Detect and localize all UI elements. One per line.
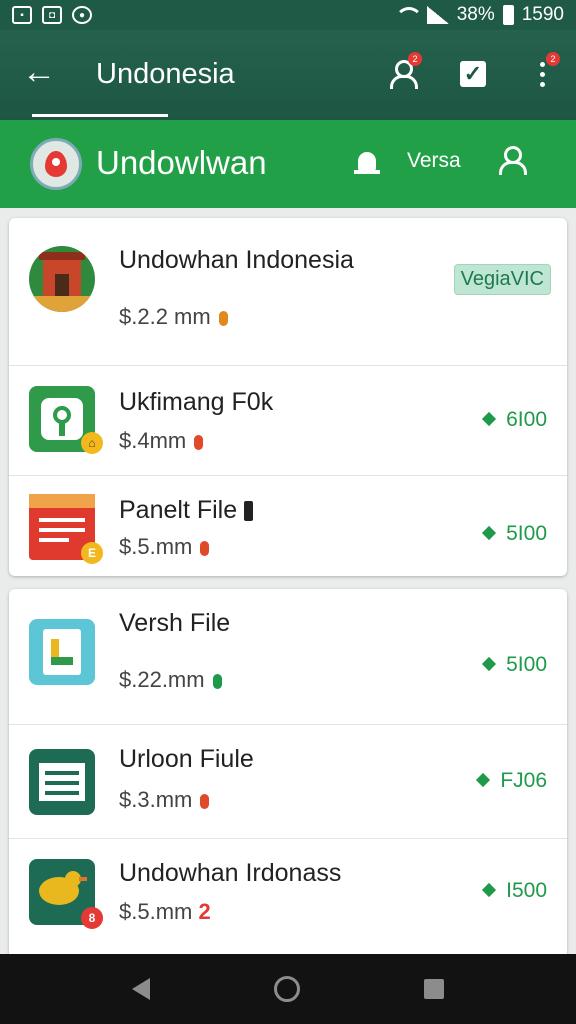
item-price: $.3.mm bbox=[119, 787, 210, 813]
profile-title: Undowlwan bbox=[96, 144, 267, 181]
coin-icon bbox=[200, 793, 210, 809]
checkbox-button[interactable]: ✓ bbox=[455, 54, 491, 94]
temple-icon bbox=[29, 246, 95, 312]
item-price: $.5.mm 2 bbox=[119, 899, 211, 924]
diamond-icon bbox=[476, 772, 491, 788]
item-card: Versh File $.22.mm 5I00 Urloon Fiule $.3… bbox=[9, 589, 567, 964]
status-bar: ▪ ◘ ● 38% 1590 bbox=[0, 0, 576, 30]
item-value: 6I00 bbox=[482, 408, 547, 432]
more-menu-button[interactable]: 2 bbox=[524, 52, 560, 94]
item-value: FJ06 bbox=[476, 769, 547, 793]
item-name: Panelt File bbox=[119, 496, 254, 525]
location-pin-icon bbox=[45, 151, 67, 177]
gallery-icon: ▪ bbox=[12, 6, 32, 24]
coin-icon bbox=[200, 540, 210, 556]
list-item[interactable]: Versh File $.22.mm 5I00 bbox=[9, 589, 567, 725]
person-icon bbox=[498, 146, 527, 175]
item-value: I500 bbox=[482, 879, 547, 903]
signal-icon bbox=[426, 6, 449, 24]
coin-icon bbox=[212, 673, 222, 689]
file-icon bbox=[29, 619, 95, 685]
coin-icon bbox=[218, 310, 228, 326]
item-name: Versh File bbox=[119, 609, 231, 637]
item-price: $.5.mm bbox=[119, 534, 210, 560]
item-value: 5I00 bbox=[482, 653, 547, 677]
list-item[interactable]: Urloon Fiule $.3.mm FJ06 bbox=[9, 725, 567, 839]
slides-icon bbox=[29, 749, 95, 815]
photo-icon: ◘ bbox=[42, 6, 62, 24]
list-item[interactable]: ⌂ Ukfimang F0k $.4mm 6I00 bbox=[9, 366, 567, 476]
list-item[interactable]: Undowhan Indonesia $.2.2 mm VegiaVIC bbox=[9, 218, 567, 366]
list-item[interactable]: E Panelt File $.5.mm 5I00 bbox=[9, 476, 567, 576]
badge-icon: 8 bbox=[81, 907, 103, 929]
profile-bar: Undowlwan Versa bbox=[0, 120, 576, 208]
coin-icon bbox=[194, 434, 204, 450]
notification-badge: 2 bbox=[408, 52, 422, 66]
list-item[interactable]: 8 Undowhan Irdonass $.5.mm 2 I500 bbox=[9, 839, 567, 949]
diamond-icon bbox=[482, 882, 497, 898]
nav-back-icon[interactable] bbox=[132, 978, 150, 1000]
wifi-icon bbox=[394, 7, 423, 23]
badge-icon: ⌂ bbox=[81, 432, 103, 454]
status-badge: VegiaVIC bbox=[453, 264, 551, 295]
versa-link[interactable]: Versa bbox=[407, 149, 461, 173]
battery-text: 38% bbox=[456, 4, 495, 25]
battery-icon bbox=[244, 501, 254, 521]
item-name: Undowhan Indonesia bbox=[119, 246, 354, 274]
nav-recents-icon[interactable] bbox=[424, 979, 444, 999]
item-name: Ukfimang F0k bbox=[119, 388, 274, 416]
bell-icon[interactable] bbox=[352, 148, 384, 180]
clock: 1590 bbox=[521, 4, 564, 25]
profile-button[interactable] bbox=[498, 146, 527, 175]
title-underline bbox=[32, 114, 168, 117]
menu-badge: 2 bbox=[546, 52, 560, 66]
battery-icon bbox=[502, 5, 514, 25]
item-price: $.2.2 mm bbox=[119, 304, 228, 330]
item-price: $.4mm bbox=[119, 428, 204, 454]
diamond-icon bbox=[482, 656, 497, 672]
system-nav-bar bbox=[0, 954, 576, 1024]
diamond-icon bbox=[482, 525, 497, 541]
app-bar: ← Undonesia 2 ✓ 2 bbox=[0, 30, 576, 120]
page-title: Undonesia bbox=[96, 58, 235, 90]
item-name: Undowhan Irdonass bbox=[119, 859, 342, 887]
nav-home-icon[interactable] bbox=[274, 976, 300, 1002]
checkbox-icon: ✓ bbox=[460, 61, 486, 87]
item-name: Urloon Fiule bbox=[119, 745, 254, 773]
item-price: $.22.mm bbox=[119, 667, 222, 693]
add-person-button[interactable]: 2 bbox=[384, 52, 422, 94]
avatar[interactable] bbox=[30, 138, 82, 190]
diamond-icon bbox=[482, 411, 497, 427]
item-value: 5I00 bbox=[482, 522, 547, 546]
badge-icon: E bbox=[81, 542, 103, 564]
notification-icon: ● bbox=[72, 6, 92, 24]
more-vert-icon bbox=[539, 61, 545, 87]
back-arrow-icon[interactable]: ← bbox=[22, 54, 62, 94]
item-card: Undowhan Indonesia $.2.2 mm VegiaVIC ⌂ U… bbox=[9, 218, 567, 576]
